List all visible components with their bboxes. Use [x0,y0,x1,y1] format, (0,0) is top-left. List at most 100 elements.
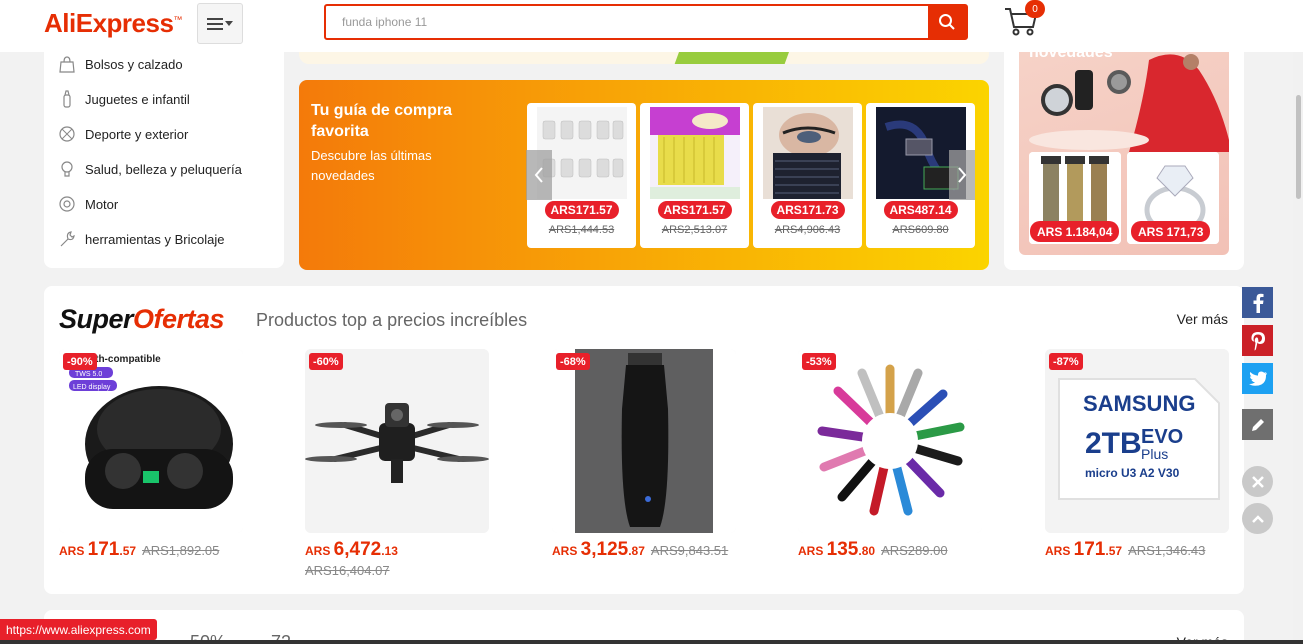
offer-price-row: ARS 6,472.13 [305,539,398,561]
bulb-icon [58,160,76,178]
promo-product-price: ARS 171,73 [1131,221,1211,242]
chevron-up-icon [1251,514,1264,523]
offer-price-row: ARS 135.80 ARS289.00 [798,539,948,561]
product-image-earbuds: oth-compatible TWS 5.0 LED display [59,349,243,533]
ball-icon [58,125,76,143]
offer-old-price: ARS16,404.07 [305,563,390,578]
carousel-prev-button[interactable] [526,150,552,200]
product-image-drone [305,349,489,533]
baby-bottle-icon [58,90,76,108]
category-list: Bolsos y calzado Juguetes e infantil Dep… [44,40,284,268]
pencil-icon [1251,418,1264,431]
discount-badge: -53% [802,353,836,370]
hamburger-icon [207,17,223,30]
search-input[interactable] [326,6,926,38]
category-item-tools[interactable]: herramientas y Bricolaje [58,227,224,251]
caret-down-icon [225,21,233,26]
offer-price: ARS 171.57 [1045,539,1123,560]
category-item-motor[interactable]: Motor [58,192,118,216]
guide-product-old-price: ARS2,513.07 [661,224,728,236]
edit-button[interactable] [1242,409,1273,440]
offer-product-card[interactable]: -90% oth-compatible TWS 5.0 LED display [59,349,243,533]
search-bar [324,4,968,40]
super-offers-subtitle: Productos top a precios increíbles [256,310,528,330]
earbuds-tag: LED display [73,384,111,391]
earbuds-tag: TWS 5.0 [75,371,102,378]
product-image-perfume-atomizers [798,349,982,533]
guide-product-old-price: ARS609.80 [892,224,949,236]
product-image-samsung-sd-card: SAMSUNG 2TB EVO Plus micro U3 A2 V30 [1045,349,1229,533]
category-item-toys[interactable]: Juguetes e infantil [58,87,190,111]
product-image-lashes [763,107,853,199]
offer-product-card[interactable]: -53% [798,349,982,533]
product-image-eye-pads [650,107,740,199]
category-item-sports[interactable]: Deporte y exterior [58,122,188,146]
header: AliExpress™ 0 [0,0,1303,52]
guide-product-old-price: ARS4,906.43 [774,224,841,236]
tire-icon [58,195,76,213]
discount-badge: -87% [1049,353,1083,370]
bottom-bar [0,640,1303,644]
twitter-icon [1248,371,1267,386]
guide-product-card[interactable]: ARS171.57 ARS2,513.07 [640,103,749,248]
search-icon [939,14,955,30]
scrollbar-thumb[interactable] [1296,95,1301,199]
categories-menu-button[interactable] [197,3,243,44]
offer-price-row: ARS 3,125.87 ARS9,843.51 [552,539,728,561]
offer-old-price: ARS289.00 [881,543,948,558]
guide-product-card[interactable]: ARS171.73 ARS4,906.43 [753,103,862,248]
next-section: ... 50% ... ... 72 ... Ver más [44,610,1244,644]
discount-badge: -60% [309,353,343,370]
offer-old-price: ARS9,843.51 [650,543,729,558]
offer-product-card[interactable]: -60% [305,349,489,533]
offer-product-card[interactable]: -68% [552,349,736,533]
carousel-next-button[interactable] [949,150,975,200]
guide-subtitle: Descubre las últimas novedades [311,148,432,183]
sd-plus-text: Plus [1141,446,1168,462]
super-offers-section: SuperOfertas Productos top a precios inc… [44,286,1244,594]
discount-badge: -68% [556,353,590,370]
product-image-hair-clipper [552,349,736,533]
product-image-caption: oth-compatible [89,354,161,365]
promo-product-price: ARS 1.184,04 [1030,221,1120,242]
new-arrivals-promo[interactable]: novedades ARS 1.184,04 ARS 171,73 [1004,40,1244,270]
offer-price-row: ARS 171.57 ARS1,892.05 [59,539,219,561]
guide-product-price: ARS171.57 [657,201,732,219]
guide-product-price: ARS487.14 [883,201,958,219]
guide-product-old-price: ARS1,444.53 [548,224,615,236]
super-offers-logo[interactable]: SuperOfertas [59,304,225,335]
discount-badge: -90% [63,353,97,370]
guide-product-price: ARS171.57 [544,201,619,219]
status-bar-url: https://www.aliexpress.com [0,619,157,640]
guide-title: Tu guía de compra favorita [311,102,453,140]
facebook-icon [1253,293,1263,313]
offer-product-card[interactable]: -87% SAMSUNG 2TB EVO Plus micro U3 A2 V3… [1045,349,1229,533]
sd-brand-text: SAMSUNG [1083,391,1195,416]
offer-price: ARS 135.80 [798,539,876,560]
svg-text:micro U3 A2 V30: micro U3 A2 V30 [1085,466,1180,480]
offer-old-price: ARS1,346.43 [1128,543,1206,558]
pinterest-icon [1250,331,1265,350]
scroll-to-top-button[interactable] [1242,503,1273,534]
twitter-share-button[interactable] [1242,363,1273,394]
offer-price: ARS 6,472.13 [305,539,398,560]
pinterest-share-button[interactable] [1242,325,1273,356]
guide-product-price: ARS171.73 [770,201,845,219]
promo-image-panel: novedades ARS 1.184,04 ARS 171,73 [1019,40,1229,255]
shopping-guide-banner[interactable]: Tu guía de compra favorita Descubre las … [299,80,989,270]
sd-size-text: 2TB [1085,427,1142,460]
chevron-right-icon [958,167,967,183]
cart-count-badge: 0 [1025,0,1045,18]
see-more-link[interactable]: Ver más [1177,311,1228,327]
bag-icon [58,55,76,73]
search-button[interactable] [928,6,966,38]
close-button[interactable] [1242,466,1273,497]
offer-price-row: ARS 171.57 ARS1,346.43 [1045,539,1205,561]
facebook-share-button[interactable] [1242,287,1273,318]
sd-line-text: EVO [1141,426,1183,448]
aliexpress-logo[interactable]: AliExpress™ [44,8,182,39]
tool-icon [58,230,76,248]
chevron-left-icon [534,167,543,183]
category-item-bags[interactable]: Bolsos y calzado [58,52,183,76]
category-item-health[interactable]: Salud, belleza y peluquería [58,157,242,181]
